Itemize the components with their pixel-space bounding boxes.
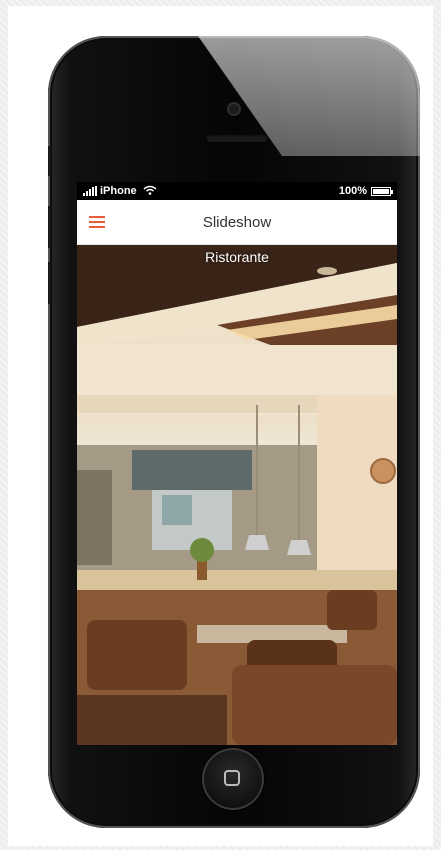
home-button[interactable] — [202, 748, 264, 810]
counter — [77, 570, 397, 590]
ceiling-vent — [317, 267, 337, 275]
iphone-device: iPhone 100% Slideshow Ristorante — [48, 36, 420, 828]
battery-level — [373, 188, 389, 194]
flower-arrangement — [190, 538, 214, 562]
chair-left — [87, 620, 187, 690]
earpiece-speaker — [206, 134, 268, 142]
chair-front — [232, 665, 397, 745]
chair-right — [327, 590, 377, 630]
front-camera — [229, 104, 239, 114]
soffit — [77, 395, 327, 413]
carrier-name: iPhone — [100, 185, 137, 197]
volume-down-button — [48, 262, 51, 304]
restaurant-photo — [77, 245, 397, 745]
phone-screen: iPhone 100% Slideshow Ristorante — [77, 182, 397, 745]
signal-bars-icon — [83, 186, 97, 196]
screenshot-frame: iPhone 100% Slideshow Ristorante — [8, 6, 433, 846]
battery-percentage: 100% — [338, 185, 367, 197]
wifi-icon — [143, 185, 157, 198]
pendant-lamp-right — [287, 540, 311, 555]
side-wall — [317, 395, 397, 585]
volume-up-button — [48, 206, 51, 248]
status-bar: iPhone 100% — [77, 182, 397, 200]
kitchen-column — [77, 470, 112, 565]
home-square-icon — [224, 770, 240, 786]
kitchen-hood — [132, 450, 252, 490]
slide-caption: Ristorante — [205, 249, 269, 265]
wall-decor — [370, 458, 396, 484]
pendant-lamp-left — [245, 535, 269, 550]
page-title: Slideshow — [202, 214, 272, 231]
kitchen-shelf — [162, 495, 192, 525]
mute-switch — [48, 146, 51, 176]
nav-bar: Slideshow — [77, 200, 397, 245]
battery-icon — [371, 186, 393, 196]
slideshow-image[interactable]: Ristorante — [77, 245, 397, 745]
chair-foreground — [77, 695, 227, 745]
